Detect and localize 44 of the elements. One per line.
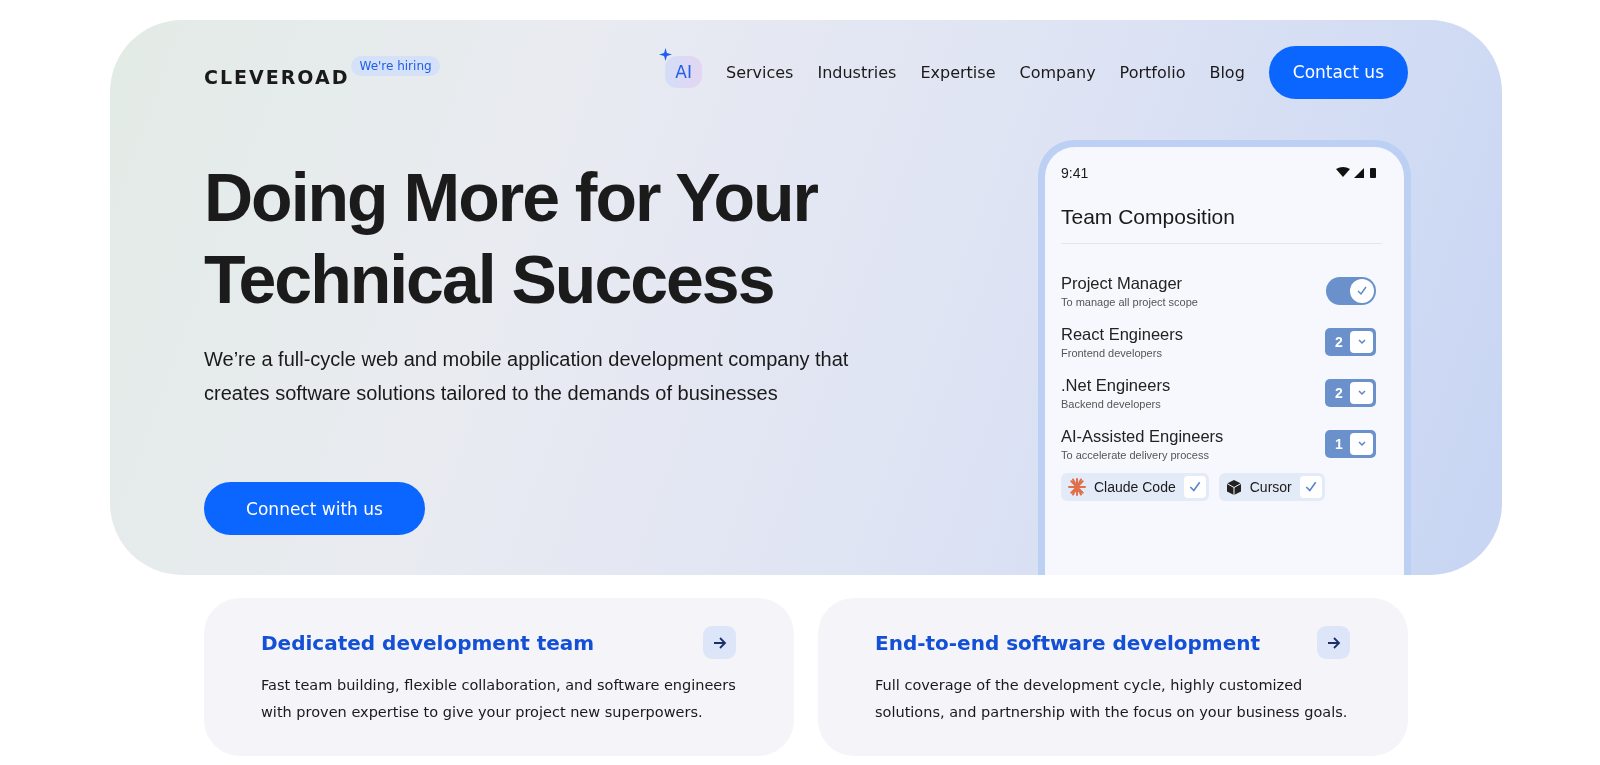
role-note: Frontend developers xyxy=(1061,347,1163,359)
role-name: AI-Assisted Engineers xyxy=(1061,427,1224,446)
screen-title: Team Composition xyxy=(1061,181,1382,244)
check-icon xyxy=(1187,480,1202,494)
role-note: To accelerate delivery process xyxy=(1061,449,1210,461)
role-note: To manage all project scope xyxy=(1061,296,1198,308)
contact-button[interactable]: Contact us xyxy=(1268,45,1408,99)
card-title: Dedicated development team xyxy=(261,630,595,655)
role-name: React Engineers xyxy=(1061,325,1183,344)
role-name: Project Manager xyxy=(1061,274,1184,293)
status-time: 9:41 xyxy=(1061,165,1089,181)
service-card[interactable]: Dedicated development team Fast team building, flexible collaboration, and software engineers with proven expertise to give your project new superpowers. xyxy=(204,598,794,756)
checkbox[interactable] xyxy=(1299,476,1322,498)
card-title: End-to-end software development xyxy=(875,630,1261,655)
arrow-icon[interactable] xyxy=(703,626,736,659)
sparkle-icon xyxy=(659,48,673,61)
nav-link[interactable]: Expertise xyxy=(920,62,996,82)
toggle-switch[interactable] xyxy=(1326,277,1376,305)
arrow-icon[interactable] xyxy=(1317,626,1350,659)
check-icon xyxy=(1303,480,1318,494)
starburst-icon xyxy=(1068,478,1086,496)
chevron-down-icon xyxy=(1356,338,1367,346)
tool-chip[interactable]: Claude Code xyxy=(1061,473,1209,501)
chevron-down-icon xyxy=(1356,440,1367,448)
nav-link[interactable]: Services xyxy=(726,62,794,82)
checkbox[interactable] xyxy=(1183,476,1206,498)
nav-link[interactable]: Blog xyxy=(1209,62,1245,82)
hero-subtitle: We’re a full-cycle web and mobile application development company that creates software solutions tailored to the demands of businesses xyxy=(204,347,850,406)
connect-button[interactable]: Connect with us xyxy=(204,482,425,535)
hero-title: Doing More for Your Technical Success xyxy=(204,158,819,319)
tool-chip[interactable]: Cursor xyxy=(1218,473,1325,501)
card-text: Fast team building, flexible collaboration, and software engineers with proven expertise to give your project new superpowers. xyxy=(261,676,736,722)
nav-link[interactable]: Company xyxy=(1019,62,1096,82)
nav-link[interactable]: Industries xyxy=(817,62,897,82)
logo[interactable]: CLEVEROAD xyxy=(204,66,350,88)
role-note: Backend developers xyxy=(1061,398,1162,410)
card-text: Full coverage of the development cycle, highly customized solutions, and partnership with the focus on your business goals. xyxy=(875,676,1349,722)
cube-icon xyxy=(1225,478,1242,496)
role-name: .Net Engineers xyxy=(1061,376,1171,395)
service-card[interactable]: End-to-end software development Full coverage of the development cycle, highly customized solutions, and partnership with the focus on your business goals. xyxy=(818,598,1408,756)
chevron-down-icon xyxy=(1356,389,1367,397)
nav-link[interactable]: Portfolio xyxy=(1119,62,1186,82)
check-icon xyxy=(1356,285,1368,297)
hiring-badge[interactable]: We're hiring xyxy=(351,56,440,76)
